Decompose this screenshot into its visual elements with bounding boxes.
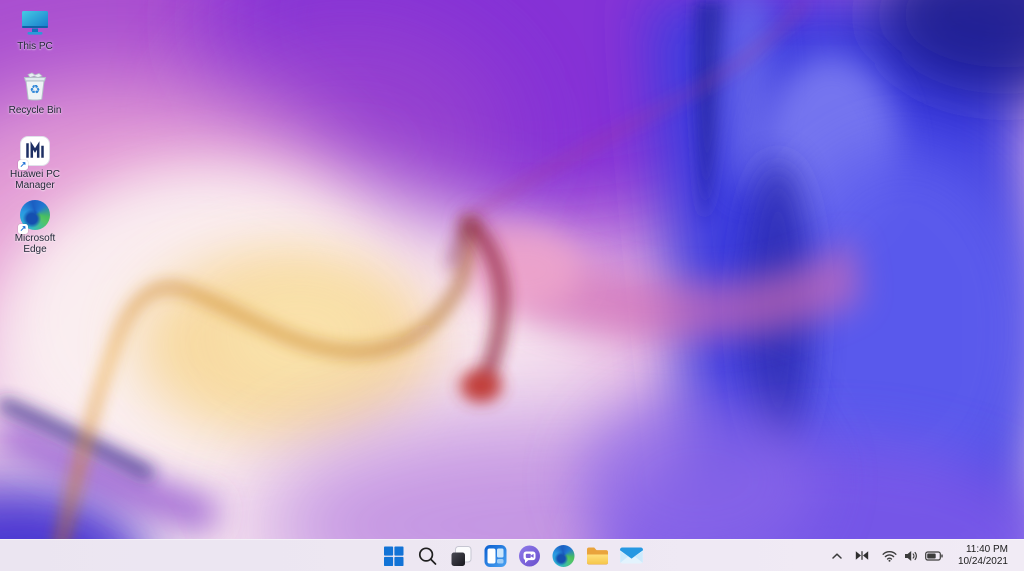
start-button[interactable] — [379, 542, 408, 569]
search-button[interactable] — [413, 542, 442, 569]
clock-time: 11:40 PM — [966, 544, 1008, 556]
chat-button[interactable] — [515, 542, 544, 569]
wallpaper — [0, 0, 1024, 571]
tray-huawei-pc-manager-button[interactable] — [851, 543, 873, 568]
mail-button[interactable] — [617, 542, 646, 569]
windows-start-icon — [382, 545, 404, 567]
desktop-icon-label: Recycle Bin — [9, 105, 62, 116]
desktop-icon-label: This PC — [17, 41, 53, 52]
battery-icon — [925, 551, 943, 561]
this-pc-icon — [19, 9, 51, 37]
tray-chevron-button[interactable] — [827, 543, 847, 568]
desktop-icon-this-pc[interactable]: This PC — [2, 4, 68, 68]
mail-icon — [619, 547, 643, 564]
clock-date: 10/24/2021 — [958, 556, 1008, 568]
shortcut-arrow-icon: ↗ — [18, 224, 28, 234]
desktop-icon-microsoft-edge[interactable]: ↗ Microsoft Edge — [2, 196, 68, 260]
task-view-button[interactable] — [447, 542, 476, 569]
desktop-icon-label: Huawei PC Manager — [3, 169, 67, 191]
file-explorer-button[interactable] — [583, 542, 612, 569]
windows-desktop: This PC ♻ Recycle Bin — [0, 0, 1024, 571]
volume-icon — [904, 550, 918, 562]
taskbar: 11:40 PM 10/24/2021 — [0, 539, 1024, 571]
huawei-pc-manager-tray-icon — [855, 550, 869, 561]
shortcut-arrow-icon: ↗ — [18, 160, 28, 170]
edge-icon — [552, 545, 574, 567]
recycle-bin-icon: ♻ — [20, 71, 50, 103]
task-view-icon — [450, 545, 472, 567]
desktop-icon-recycle-bin[interactable]: ♻ Recycle Bin — [2, 68, 68, 132]
chevron-up-icon — [831, 551, 843, 561]
recycle-glyph: ♻ — [30, 83, 41, 97]
file-explorer-icon — [585, 546, 609, 566]
search-icon — [416, 545, 438, 567]
desktop-icon-grid: This PC ♻ Recycle Bin — [2, 4, 68, 260]
edge-taskbar-button[interactable] — [549, 542, 578, 569]
desktop-icon-huawei-pc-manager[interactable]: ↗ Huawei PC Manager — [2, 132, 68, 196]
tray-status-group[interactable] — [877, 550, 948, 562]
desktop-icon-label: Microsoft Edge — [3, 233, 67, 255]
widgets-icon — [484, 545, 506, 567]
system-tray: 11:40 PM 10/24/2021 — [827, 540, 1024, 571]
wallpaper-art — [0, 0, 1024, 571]
wifi-icon — [882, 550, 897, 562]
taskbar-center-icons — [379, 540, 646, 571]
chat-icon — [518, 545, 540, 567]
clock[interactable]: 11:40 PM 10/24/2021 — [952, 544, 1014, 568]
widgets-button[interactable] — [481, 542, 510, 569]
